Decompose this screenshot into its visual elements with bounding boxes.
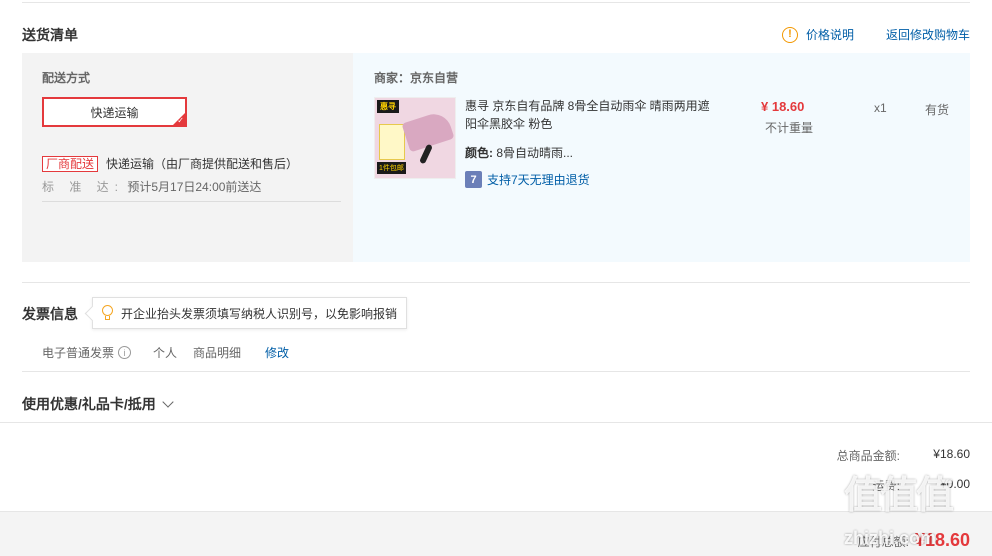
vendor-delivery-text: 快递运输（由厂商提供配送和售后） [106, 157, 299, 171]
invoice-details: 电子普通发票 i 个人 商品明细 修改 [42, 344, 289, 361]
price-explain-label: 价格说明 [806, 28, 855, 42]
image-brand-badge: 惠寻 [377, 100, 399, 113]
shipping-fee-value: ¥0.00 [939, 477, 970, 491]
chevron-down-icon [162, 395, 174, 408]
goods-amount-row: 总商品金额: ¥18.60 [780, 447, 970, 464]
price-explain-link[interactable]: ! 价格说明 [782, 26, 854, 43]
goods-amount-value: ¥18.60 [933, 447, 970, 461]
warning-icon: ! [782, 26, 798, 43]
delivery-list-title: 送货清单 [22, 27, 78, 43]
return-policy[interactable]: 7 支持7天无理由退货 [465, 171, 590, 188]
shipping-fee-label: 运费: [872, 479, 900, 493]
product-quantity: x1 [874, 101, 887, 115]
return-policy-text: 支持7天无理由退货 [487, 173, 590, 187]
shipping-fee-row: 运费: ¥0.00 [780, 477, 970, 494]
invoice-tooltip: 开企业抬头发票须填写纳税人识别号，以免影响报销 [92, 297, 407, 329]
coupon-title: 使用优惠/礼品卡/抵用 [22, 396, 156, 412]
invoice-edit-link[interactable]: 修改 [265, 344, 289, 361]
invoice-person: 个人 [153, 346, 178, 360]
total-row: 应付总额: ¥18.60 [858, 530, 970, 551]
top-divider [22, 2, 970, 3]
image-shipping-badge: 1件包邮 [377, 162, 406, 174]
lightbulb-icon [101, 305, 114, 321]
ship-method-express-button[interactable]: 快递运输 ✓ [42, 97, 187, 127]
merchant-label: 商家：京东自营 [374, 71, 459, 85]
product-color: 颜色: 8骨自动晴雨... [465, 144, 573, 161]
standard-value: 预计5月17日24:00前送达 [127, 180, 262, 194]
question-icon[interactable]: i [118, 346, 132, 359]
product-panel: 商家：京东自营 惠寻 1件包邮 惠寻 京东自有品牌 8骨全自动雨伞 晴雨两用遮阳… [353, 53, 970, 262]
section-divider [22, 282, 970, 283]
invoice-detail: 商品明细 [193, 346, 242, 360]
total-label: 应付总额: [857, 535, 909, 549]
section-divider [22, 371, 970, 372]
product-price: ¥ 18.60 [761, 99, 805, 114]
check-icon: ✓ [177, 116, 184, 125]
vendor-delivery-line: 厂商配送 快递运输（由厂商提供配送和售后） [42, 155, 298, 172]
product-image[interactable]: 惠寻 1件包邮 [374, 97, 456, 179]
ship-method-value: 快递运输 [90, 105, 139, 120]
shipping-divider [42, 201, 341, 202]
product-name-link[interactable]: 惠寻 京东自有品牌 8骨全自动雨伞 晴雨两用遮阳伞黑胶伞 粉色 [465, 97, 715, 133]
color-label: 颜色: [465, 146, 493, 160]
seven-day-return-icon: 7 [465, 171, 482, 188]
coupon-toggle[interactable]: 使用优惠/礼品卡/抵用 [22, 394, 174, 414]
total-value: ¥18.60 [914, 530, 970, 550]
shipping-panel: 配送方式 快递运输 ✓ 厂商配送 快递运输（由厂商提供配送和售后） 标 准 达:… [22, 53, 353, 262]
goods-amount-label: 总商品金额: [836, 449, 900, 463]
invoice-title: 发票信息 [22, 306, 78, 322]
invoice-tooltip-text: 开企业抬头发票须填写纳税人识别号，以免影响报销 [121, 306, 398, 321]
standard-label: 标 准 达: [42, 180, 125, 194]
color-value: 8骨自动晴雨... [496, 146, 574, 160]
delivery-box: 配送方式 快递运输 ✓ 厂商配送 快递运输（由厂商提供配送和售后） 标 准 达:… [22, 53, 970, 262]
total-bar: 应付总额: ¥18.60 [0, 511, 992, 556]
product-weight: 不计重量 [765, 121, 814, 135]
back-to-cart-link[interactable]: 返回修改购物车 [886, 26, 970, 43]
vendor-delivery-tag: 厂商配送 [42, 155, 99, 172]
ship-method-label: 配送方式 [42, 71, 91, 85]
invoice-type: 电子普通发票 [42, 346, 115, 360]
image-info-card [379, 124, 405, 160]
stock-status: 有货 [925, 103, 950, 117]
standard-delivery-line: 标 准 达: 预计5月17日24:00前送达 [42, 178, 261, 195]
